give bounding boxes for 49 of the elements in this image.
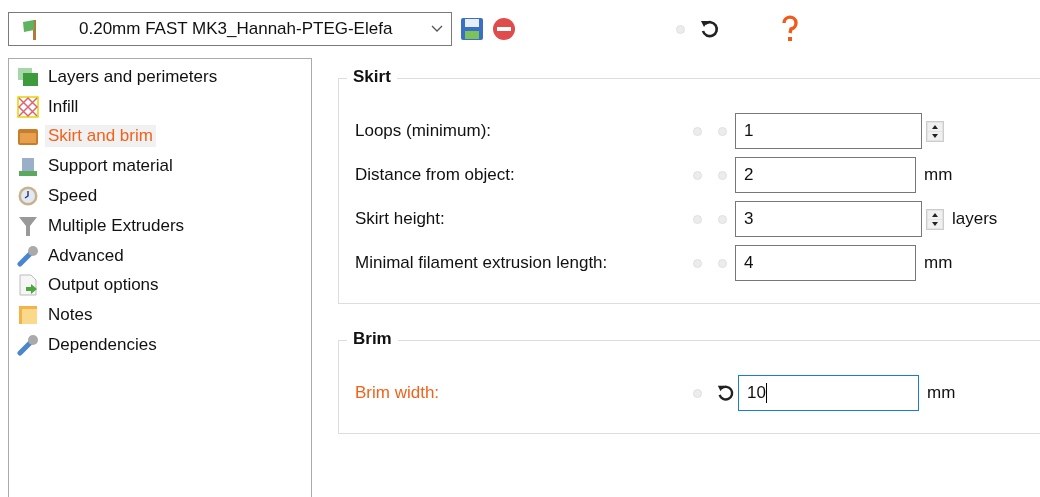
value-field[interactable]: 1 — [735, 113, 922, 149]
status-dot — [718, 214, 727, 224]
status-dot — [718, 258, 727, 268]
category-item[interactable]: Multiple Extruders — [45, 214, 188, 237]
clock-icon — [17, 185, 39, 208]
category-item[interactable]: Support material — [45, 155, 176, 178]
category-item[interactable]: Output options — [45, 274, 162, 297]
option-label: Skirt height: — [355, 209, 446, 229]
value-field[interactable]: 4 — [735, 245, 916, 281]
spin-buttons[interactable] — [926, 208, 944, 230]
preset-dropdown[interactable]: 0.20mm FAST MK3_Hannah-PTEG-Elefa — [8, 12, 452, 46]
option-label: Brim width: — [355, 383, 441, 403]
lock-dot — [693, 170, 702, 180]
lock-dot — [693, 388, 702, 398]
unit-label: mm — [927, 383, 956, 403]
lock-dot — [693, 258, 702, 268]
unit-label: mm — [924, 253, 953, 273]
category-item[interactable]: Layers and perimeters — [45, 65, 221, 88]
value-field[interactable]: 3 — [735, 201, 922, 237]
option-label: Distance from object: — [355, 165, 516, 185]
unit-label: layers — [952, 209, 998, 229]
unit-label: mm — [924, 165, 953, 185]
status-dot — [718, 170, 727, 180]
undo-icon[interactable] — [716, 383, 736, 403]
save-icon[interactable] — [460, 17, 484, 41]
value-field[interactable]: 2 — [735, 157, 916, 193]
grid-icon — [17, 95, 39, 118]
help-icon[interactable] — [781, 15, 799, 43]
category-item[interactable]: Notes — [45, 304, 96, 327]
category-item[interactable]: Infill — [45, 95, 82, 118]
note-icon — [17, 304, 39, 327]
value-field[interactable]: 10 — [738, 375, 919, 411]
document-arrow-icon — [17, 274, 39, 297]
lock-dot — [693, 214, 702, 224]
category-item[interactable]: Speed — [45, 185, 101, 208]
spin-buttons[interactable] — [926, 120, 944, 142]
category-item[interactable]: Dependencies — [45, 334, 160, 357]
funnel-icon — [17, 214, 39, 237]
building-icon — [17, 155, 39, 178]
delete-icon[interactable] — [492, 17, 516, 41]
option-label: Loops (minimum): — [355, 121, 493, 141]
lock-dot — [693, 126, 702, 136]
status-dot — [676, 24, 685, 34]
layers-icon — [17, 65, 39, 88]
status-dot — [718, 126, 727, 136]
chevron-icon — [431, 25, 443, 33]
undo-icon[interactable] — [699, 18, 721, 40]
category-item[interactable]: Advanced — [45, 244, 127, 267]
option-label: Minimal filament extrusion length: — [355, 253, 609, 273]
